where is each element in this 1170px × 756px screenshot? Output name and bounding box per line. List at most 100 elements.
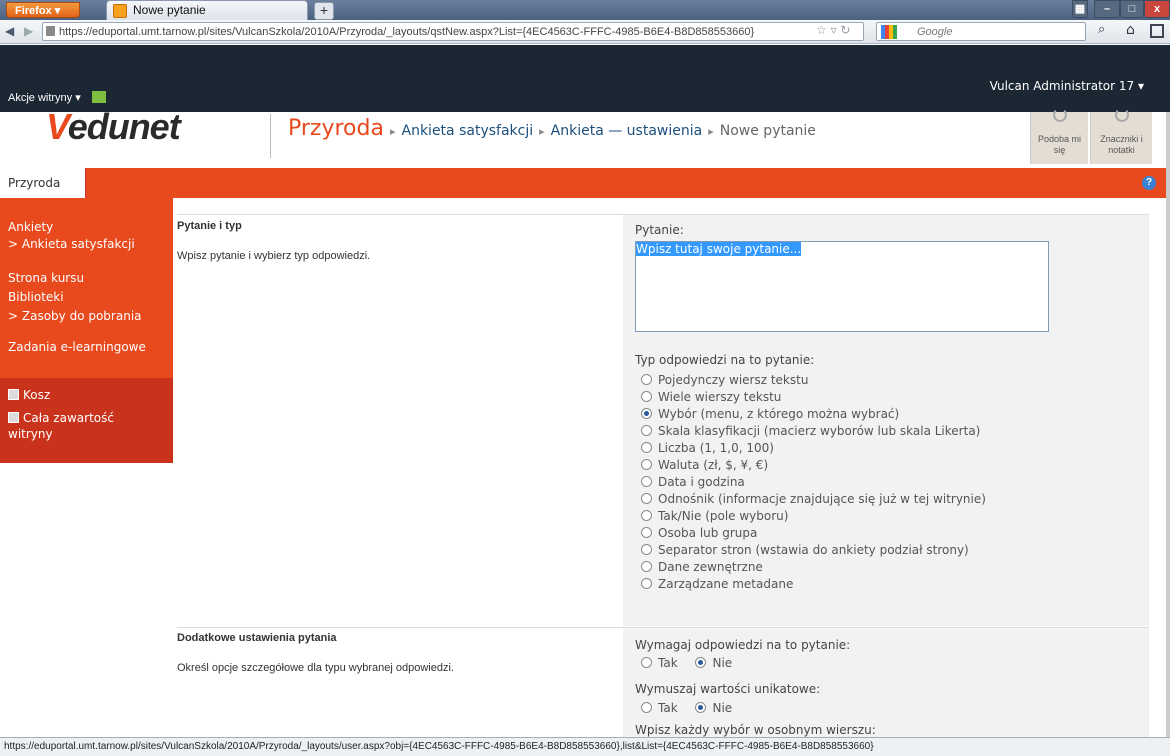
answer-type-list: Pojedynczy wiersz tekstu Wiele wierszy te… — [641, 372, 986, 593]
question-textarea[interactable]: Wpisz tutaj swoje pytanie... — [635, 241, 1049, 332]
nav-all-content[interactable]: Cała zawartość — [8, 411, 114, 425]
like-icon — [1053, 108, 1067, 122]
answer-type-option[interactable]: Skala klasyfikacji (macierz wyborów lub … — [641, 423, 986, 440]
edunet-logo[interactable]: Vedunet — [46, 106, 181, 148]
addon-icon[interactable] — [1150, 24, 1164, 38]
user-menu[interactable]: Vulcan Administrator 17 ▾ — [990, 79, 1144, 93]
unique-values-label: Wymuszaj wartości unikatowe: — [635, 682, 821, 696]
answer-type-label: Tak/Nie (pole wyboru) — [658, 509, 789, 523]
new-tab-button[interactable]: + — [314, 2, 334, 20]
close-button[interactable]: x — [1144, 0, 1170, 18]
page-scrollbar[interactable] — [1166, 112, 1170, 737]
answer-type-label: Pojedynczy wiersz tekstu — [658, 373, 809, 387]
radio-button[interactable] — [641, 544, 652, 555]
breadcrumb-settings[interactable]: Ankieta — ustawienia — [551, 123, 703, 139]
radio-button[interactable] — [641, 374, 652, 385]
browser-tab[interactable]: Nowe pytanie — [106, 0, 308, 20]
nav-bottom-section: Kosz Cała zawartość witryny — [0, 378, 173, 463]
grid-icon[interactable]: ▦ — [1072, 0, 1088, 18]
answer-type-option[interactable]: Wiele wierszy tekstu — [641, 389, 986, 406]
radio-button[interactable] — [641, 425, 652, 436]
tags-icon — [1115, 108, 1129, 122]
answer-type-option[interactable]: Dane zewnętrzne — [641, 559, 986, 576]
unique-yes-radio[interactable] — [641, 702, 652, 713]
nav-ankiety[interactable]: Ankiety — [8, 220, 53, 234]
radio-button[interactable] — [641, 391, 652, 402]
chevron-right-icon: ▸ — [708, 125, 714, 138]
answer-type-option[interactable]: Data i godzina — [641, 474, 986, 491]
radio-button[interactable] — [641, 527, 652, 538]
radio-button[interactable] — [641, 493, 652, 504]
answer-type-option[interactable]: Zarządzane metadane — [641, 576, 986, 593]
tab-title: Nowe pytanie — [133, 3, 206, 17]
like-button[interactable]: Podoba mi się — [1030, 108, 1088, 164]
edit-page-icon[interactable] — [91, 91, 106, 103]
section-question-desc: Pytanie i typ Wpisz pytanie i wybierz ty… — [177, 220, 617, 262]
unique-yes-label: Tak — [658, 701, 678, 715]
nav-recycle-bin[interactable]: Kosz — [8, 388, 50, 402]
answer-type-label: Wiele wierszy tekstu — [658, 390, 782, 404]
question-text: Wpisz tutaj swoje pytanie... — [636, 242, 802, 256]
bookmark-star-icon[interactable]: ☆ ▿ ↻ — [816, 23, 850, 37]
section-description: Określ opcje szczegółowe dla typu wybran… — [177, 662, 454, 674]
radio-button[interactable] — [641, 442, 652, 453]
radio-button[interactable] — [641, 510, 652, 521]
search-icon[interactable]: ⌕ — [1098, 22, 1105, 37]
answer-type-option[interactable]: Wybór (menu, z którego można wybrać) — [641, 406, 986, 423]
recycle-bin-icon — [8, 389, 19, 400]
top-navigation: Przyroda ? — [0, 168, 1170, 198]
answer-type-option[interactable]: Pojedynczy wiersz tekstu — [641, 372, 986, 389]
url-bar[interactable]: https://eduportal.umt.tarnow.pl/sites/Vu… — [42, 22, 864, 41]
choices-label: Wpisz każdy wybór w osobnym wierszu: — [635, 723, 876, 737]
answer-type-label: Wybór (menu, z którego można wybrać) — [658, 407, 900, 421]
nav-zasoby[interactable]: > Zasoby do pobrania — [8, 309, 142, 323]
home-icon[interactable]: ⌂ — [1126, 22, 1135, 38]
forward-icon[interactable]: ▶ — [24, 24, 33, 38]
site-actions-menu[interactable]: Akcje witryny ▾ — [8, 91, 106, 104]
maximize-button[interactable]: □ — [1120, 0, 1144, 18]
radio-button[interactable] — [641, 578, 652, 589]
radio-button[interactable] — [641, 561, 652, 572]
require-answer-label: Wymagaj odpowiedzi na to pytanie: — [635, 638, 851, 652]
search-input[interactable]: Google — [876, 22, 1086, 41]
question-label: Pytanie: — [635, 223, 684, 237]
breadcrumb-site[interactable]: Przyroda — [288, 116, 384, 141]
header-divider — [270, 114, 271, 158]
nav-zadania[interactable]: Zadania e-learningowe — [8, 340, 146, 354]
google-logo-icon — [881, 25, 897, 39]
require-no-radio[interactable] — [695, 657, 707, 668]
radio-button[interactable] — [641, 408, 652, 419]
nav-ankieta-satysfakcji[interactable]: > Ankieta satysfakcji — [8, 237, 135, 251]
answer-type-label: Zarządzane metadane — [658, 577, 794, 591]
answer-type-option[interactable]: Tak/Nie (pole wyboru) — [641, 508, 986, 525]
site-header: Vedunet Przyroda ▸ Ankieta satysfakcji ▸ Ank… — [0, 106, 1170, 164]
answer-type-option[interactable]: Separator stron (wstawia do ankiety podz… — [641, 542, 986, 559]
tags-notes-button[interactable]: Znaczniki i notatki — [1090, 108, 1152, 164]
unique-no-radio[interactable] — [695, 702, 707, 713]
require-yes-radio[interactable] — [641, 657, 652, 668]
answer-type-option[interactable]: Osoba lub grupa — [641, 525, 986, 542]
answer-type-option[interactable]: Liczba (1, 1,0, 100) — [641, 440, 986, 457]
help-icon[interactable]: ? — [1142, 176, 1156, 190]
tab-przyroda[interactable]: Przyroda — [0, 168, 86, 198]
radio-button[interactable] — [641, 476, 652, 487]
answer-type-label: Data i godzina — [658, 475, 745, 489]
answer-type-label: Liczba (1, 1,0, 100) — [658, 441, 774, 455]
answer-type-label: Separator stron (wstawia do ankiety podz… — [658, 543, 969, 557]
minimize-button[interactable]: – — [1094, 0, 1120, 18]
answer-type-option[interactable]: Odnośnik (informacje znajdujące się już … — [641, 491, 986, 508]
like-label: Podoba mi się — [1037, 134, 1082, 155]
answer-type-option[interactable]: Waluta (zł, $, ¥, €) — [641, 457, 986, 474]
nav-all-content-line2[interactable]: witryny — [8, 427, 53, 441]
breadcrumb-survey[interactable]: Ankieta satysfakcji — [402, 123, 534, 139]
radio-button[interactable] — [641, 459, 652, 470]
nav-biblioteki[interactable]: Biblioteki — [8, 290, 64, 304]
back-icon[interactable]: ◀ — [5, 24, 14, 38]
chevron-right-icon: ▸ — [389, 125, 396, 138]
answer-type-label: Skala klasyfikacji (macierz wyborów lub … — [658, 424, 981, 438]
nav-strona-kursu[interactable]: Strona kursu — [8, 271, 84, 285]
firefox-menu-button[interactable]: Firefox ▾ — [6, 2, 80, 18]
sharepoint-ribbon: Akcje witryny ▾ Vulcan Administrator 17 … — [0, 45, 1170, 112]
answer-type-label: Typ odpowiedzi na to pytanie: — [635, 353, 815, 367]
require-yes-label: Tak — [658, 656, 678, 670]
